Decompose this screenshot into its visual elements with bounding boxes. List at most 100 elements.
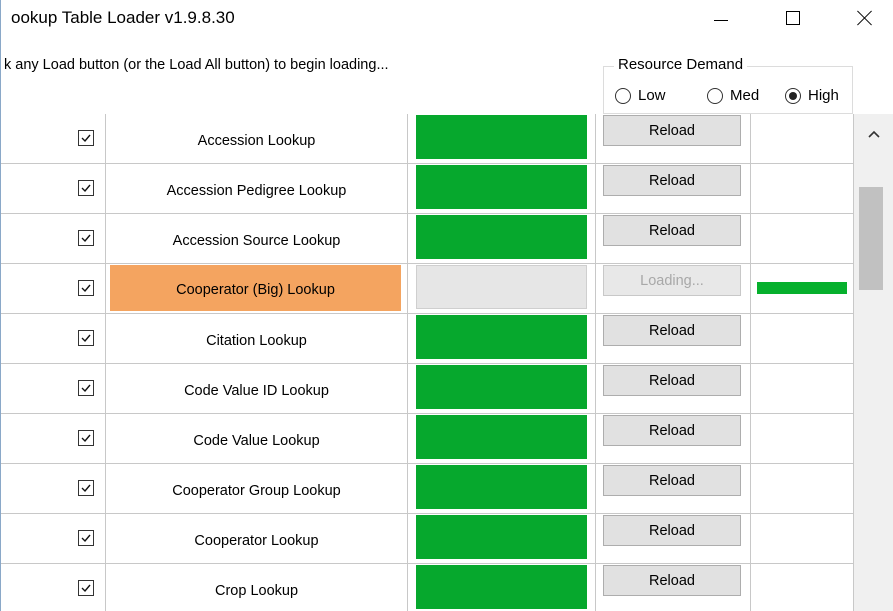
row-checkbox[interactable] (78, 580, 94, 596)
radio-low[interactable]: Low (615, 87, 666, 104)
progress-cell (751, 164, 854, 214)
checkbox-cell (1, 514, 106, 564)
scroll-thumb[interactable] (859, 187, 883, 290)
radio-low-label: Low (638, 87, 666, 104)
checkmark-icon (81, 134, 91, 143)
radio-med[interactable]: Med (707, 87, 759, 104)
reload-button[interactable]: Reload (603, 115, 741, 146)
row-checkbox[interactable] (78, 430, 94, 446)
progress-cell (751, 364, 854, 414)
row-checkbox[interactable] (78, 380, 94, 396)
button-cell: Reload (596, 514, 751, 564)
checkbox-cell (1, 114, 106, 164)
table-row: Citation Lookup Reload (1, 314, 854, 364)
status-bar (416, 115, 587, 159)
row-checkbox[interactable] (78, 180, 94, 196)
progress-cell (751, 514, 854, 564)
status-cell (408, 264, 596, 314)
row-checkbox[interactable] (78, 280, 94, 296)
status-bar (416, 215, 587, 259)
progress-cell (751, 214, 854, 264)
status-cell (408, 114, 596, 164)
row-checkbox[interactable] (78, 130, 94, 146)
table-row: Cooperator Group Lookup Reload (1, 464, 854, 514)
reload-button[interactable]: Reload (603, 215, 741, 246)
status-bar (416, 415, 587, 459)
lookup-name: Accession Source Lookup (172, 232, 341, 249)
status-cell (408, 464, 596, 514)
radio-med-indicator (707, 87, 723, 104)
checkmark-icon (81, 334, 91, 343)
lookup-table-grid: Accession Lookup Reload Accession Pedigree… (1, 114, 854, 611)
button-cell: Reload (596, 364, 751, 414)
table-row: Accession Lookup Reload (1, 114, 854, 164)
checkmark-icon (81, 384, 91, 393)
progress-cell (751, 464, 854, 514)
resource-demand-group: Resource Demand Low Med High (603, 56, 853, 114)
status-cell (408, 414, 596, 464)
reload-button[interactable]: Reload (603, 365, 741, 396)
scroll-up-button[interactable] (854, 114, 893, 154)
checkbox-cell (1, 414, 106, 464)
row-checkbox[interactable] (78, 330, 94, 346)
lookup-name: Code Value Lookup (193, 432, 320, 449)
reload-button[interactable]: Reload (603, 515, 741, 546)
reload-button[interactable]: Reload (603, 565, 741, 596)
row-checkbox[interactable] (78, 230, 94, 246)
button-cell: Reload (596, 564, 751, 611)
reload-button[interactable]: Reload (603, 415, 741, 446)
title-bar[interactable]: ookup Table Loader v1.9.8.30 (1, 0, 893, 36)
reload-button[interactable]: Reload (603, 165, 741, 196)
row-checkbox[interactable] (78, 530, 94, 546)
progress-cell (751, 314, 854, 364)
progress-cell (751, 264, 854, 314)
radio-high-indicator (785, 87, 801, 104)
button-cell: Loading... (596, 264, 751, 314)
name-cell: Cooperator (Big) Lookup (106, 264, 408, 314)
row-checkbox[interactable] (78, 480, 94, 496)
checkmark-icon (81, 534, 91, 543)
checkmark-icon (81, 234, 91, 243)
table-row: Code Value ID Lookup Reload (1, 364, 854, 414)
name-cell: Code Value ID Lookup (106, 364, 408, 414)
button-cell: Reload (596, 114, 751, 164)
maximize-button[interactable] (770, 0, 816, 36)
table-row: Cooperator (Big) Lookup Loading... (1, 264, 854, 314)
lookup-name: Accession Pedigree Lookup (166, 182, 347, 199)
name-cell: Code Value Lookup (106, 414, 408, 464)
close-button[interactable] (842, 0, 888, 36)
reload-button[interactable]: Reload (603, 315, 741, 346)
status-cell (408, 214, 596, 264)
status-bar (416, 565, 587, 609)
button-cell: Reload (596, 464, 751, 514)
reload-button[interactable]: Reload (603, 465, 741, 496)
button-cell: Reload (596, 214, 751, 264)
status-bar (416, 165, 587, 209)
minimize-button[interactable] (698, 0, 744, 36)
name-cell: Accession Pedigree Lookup (106, 164, 408, 214)
status-bar (416, 265, 587, 309)
checkmark-icon (81, 484, 91, 493)
checkbox-cell (1, 314, 106, 364)
lookup-name: Crop Lookup (214, 582, 299, 599)
name-cell: Accession Source Lookup (106, 214, 408, 264)
table-row: Crop Lookup Reload (1, 564, 854, 611)
status-cell (408, 514, 596, 564)
button-cell: Reload (596, 314, 751, 364)
lookup-table-loader-window: ookup Table Loader v1.9.8.30 k any Load … (0, 0, 893, 611)
status-bar (416, 515, 587, 559)
table-row: Code Value Lookup Reload (1, 414, 854, 464)
radio-high[interactable]: High (785, 87, 839, 104)
checkbox-cell (1, 214, 106, 264)
lookup-name: Cooperator Group Lookup (172, 482, 341, 499)
radio-low-indicator (615, 87, 631, 104)
progress-cell (751, 564, 854, 611)
lookup-name: Code Value ID Lookup (184, 382, 329, 399)
vertical-scrollbar[interactable] (854, 114, 893, 611)
name-cell: Accession Lookup (106, 114, 408, 164)
name-cell: Cooperator Lookup (106, 514, 408, 564)
chevron-up-icon (868, 130, 880, 138)
checkmark-icon (81, 284, 91, 293)
lookup-name: Cooperator (Big) Lookup (110, 265, 401, 311)
close-icon (857, 10, 873, 26)
